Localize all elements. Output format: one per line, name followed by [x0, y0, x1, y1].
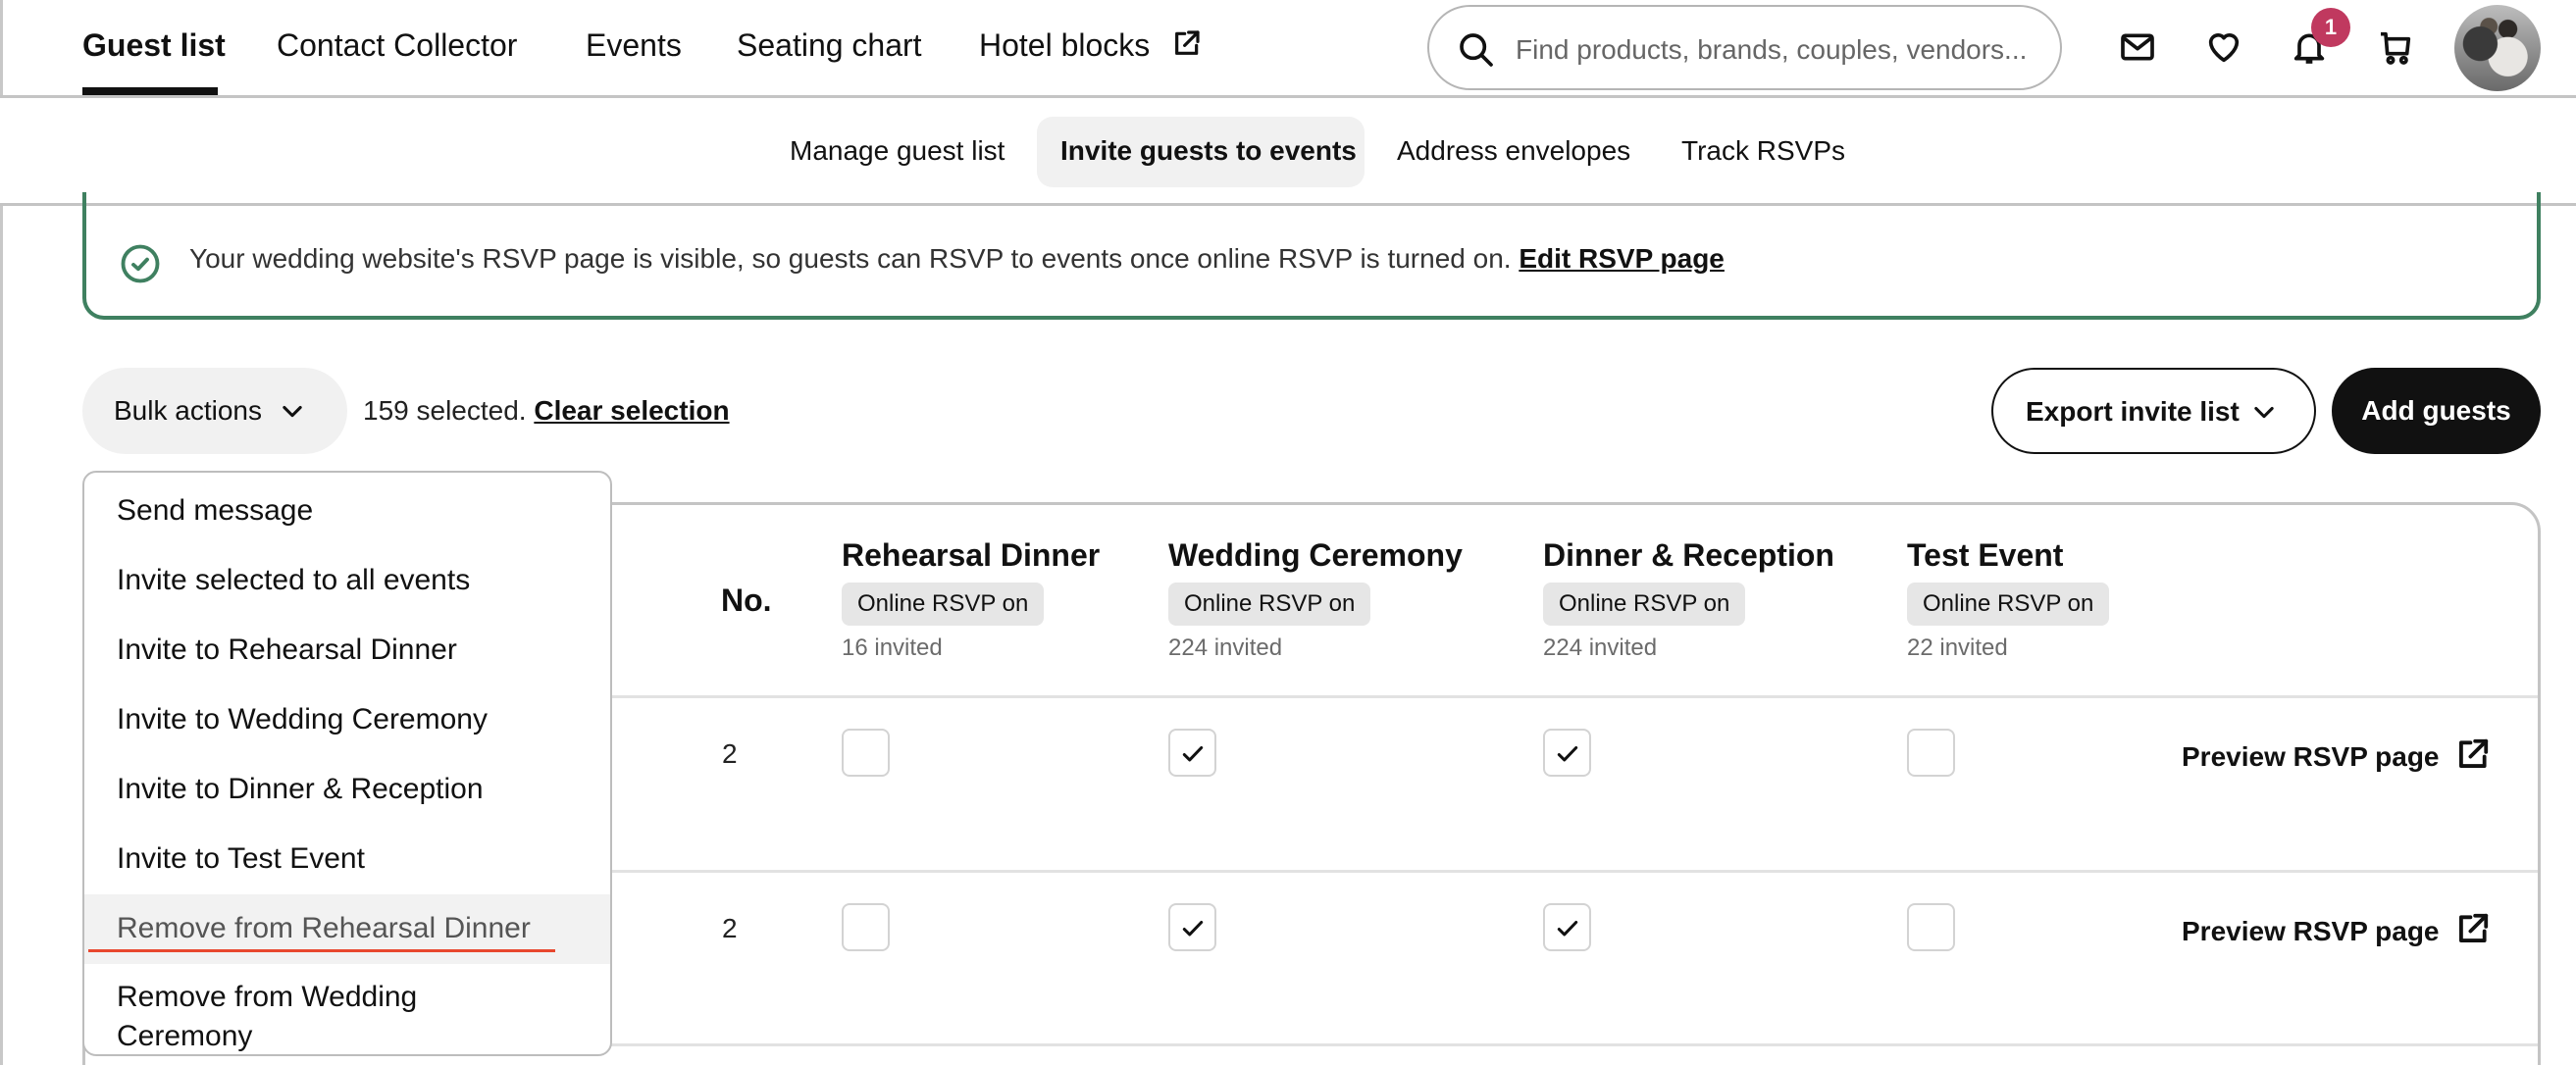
preview-rsvp-label: Preview RSVP page [2182, 916, 2440, 946]
event-column-title: Dinner & Reception [1543, 537, 1834, 573]
search-input[interactable] [1516, 28, 2045, 72]
chevron-down-icon [2254, 406, 2274, 419]
checkmark-icon [1557, 745, 1578, 762]
invite-checkbox[interactable] [1543, 903, 1591, 951]
bulk-menu-item[interactable]: Invite to Dinner & Reception [84, 755, 610, 825]
search-box[interactable] [1427, 5, 2062, 90]
export-label: Export invite list [2026, 396, 2240, 427]
bulk-menu-item[interactable]: Remove from Wedding Ceremony [84, 964, 457, 1054]
online-rsvp-status-pill: Online RSVP on [842, 583, 1045, 626]
nav-seating-chart[interactable]: Seating chart [737, 27, 922, 64]
invite-checkbox[interactable] [1543, 729, 1591, 777]
invite-checkbox[interactable] [842, 903, 890, 951]
online-rsvp-status-pill: Online RSVP on [1543, 583, 1746, 626]
external-link-icon [1175, 30, 1200, 55]
subnav-manage-guest-list[interactable]: Manage guest list [790, 135, 1005, 167]
notification-badge: 1 [2311, 8, 2350, 47]
banner-message: Your wedding website's RSVP page is visi… [189, 243, 1725, 275]
invite-checkbox[interactable] [1168, 729, 1216, 777]
mail-icon[interactable] [2118, 27, 2157, 67]
active-nav-indicator [82, 87, 218, 95]
chevron-down-icon [283, 405, 302, 418]
invite-checkbox[interactable] [1168, 903, 1216, 951]
bulk-actions-button[interactable]: Bulk actions [82, 368, 347, 454]
bulk-menu-item[interactable]: Invite to Wedding Ceremony [84, 685, 610, 755]
event-column-title: Test Event [1907, 537, 2064, 573]
preview-rsvp-page-link[interactable]: Preview RSVP page [2182, 911, 2491, 948]
subnav-address-envelopes[interactable]: Address envelopes [1397, 135, 1630, 167]
online-rsvp-status-pill: Online RSVP on [1907, 583, 2110, 626]
subnav-track-rsvps[interactable]: Track RSVPs [1681, 135, 1845, 167]
invite-checkbox[interactable] [1907, 729, 1955, 777]
nav-events[interactable]: Events [586, 27, 682, 64]
bulk-menu-item[interactable]: Send message [84, 477, 610, 546]
check-circle-icon [121, 244, 160, 283]
bulk-menu-item[interactable]: Invite selected to all events [84, 546, 610, 616]
selection-status: 159 selected. Clear selection [363, 395, 730, 427]
sub-nav: Manage guest list Invite guests to event… [0, 98, 2576, 206]
preview-rsvp-page-link[interactable]: Preview RSVP page [2182, 736, 2491, 774]
preview-rsvp-label: Preview RSVP page [2182, 741, 2440, 772]
banner-text: Your wedding website's RSVP page is visi… [189, 243, 1512, 274]
heart-icon[interactable] [2204, 27, 2243, 67]
edit-rsvp-page-link[interactable]: Edit RSVP page [1519, 243, 1725, 274]
invited-count: 224 invited [1168, 634, 1283, 661]
event-column-title: Rehearsal Dinner [842, 537, 1101, 573]
invite-checkbox[interactable] [842, 729, 890, 777]
invited-count: 22 invited [1907, 634, 2008, 661]
export-invite-list-button[interactable]: Export invite list [1991, 368, 2316, 454]
user-avatar[interactable] [2454, 5, 2541, 91]
invited-count: 16 invited [842, 634, 943, 661]
bulk-menu-item[interactable]: Remove from Rehearsal Dinner [84, 894, 610, 964]
bulk-actions-menu: Send message Invite selected to all event… [82, 471, 612, 1056]
subnav-invite-guests[interactable]: Invite guests to events [1060, 135, 1357, 167]
bulk-menu-item[interactable]: Invite to Test Event [84, 825, 610, 894]
nav-hotel-blocks-label: Hotel blocks [979, 27, 1151, 63]
external-link-icon [2458, 913, 2488, 942]
nav-contact-collector[interactable]: Contact Collector [277, 27, 517, 64]
nav-guest-list[interactable]: Guest list [82, 27, 226, 64]
cart-icon[interactable] [2376, 27, 2415, 67]
nav-hotel-blocks[interactable]: Hotel blocks [979, 27, 1202, 64]
checkmark-icon [1557, 920, 1578, 937]
column-header-no: No. [721, 583, 772, 618]
external-link-icon [2458, 738, 2488, 768]
bulk-actions-label: Bulk actions [114, 395, 262, 426]
invite-checkbox[interactable] [1907, 903, 1955, 951]
checkmark-icon [1182, 920, 1204, 937]
add-guests-button[interactable]: Add guests [2332, 368, 2541, 454]
online-rsvp-status-pill: Online RSVP on [1168, 583, 1371, 626]
hover-underline [88, 949, 555, 952]
selected-count: 159 selected. [363, 395, 527, 426]
bulk-menu-item[interactable]: Invite to Rehearsal Dinner [84, 616, 610, 685]
search-icon [1460, 33, 1493, 67]
party-size: 2 [722, 913, 738, 943]
checkmark-icon [1182, 745, 1204, 762]
event-column-title: Wedding Ceremony [1168, 537, 1463, 573]
clear-selection-link[interactable]: Clear selection [534, 395, 729, 426]
party-size: 2 [722, 738, 738, 769]
invited-count: 224 invited [1543, 634, 1658, 661]
